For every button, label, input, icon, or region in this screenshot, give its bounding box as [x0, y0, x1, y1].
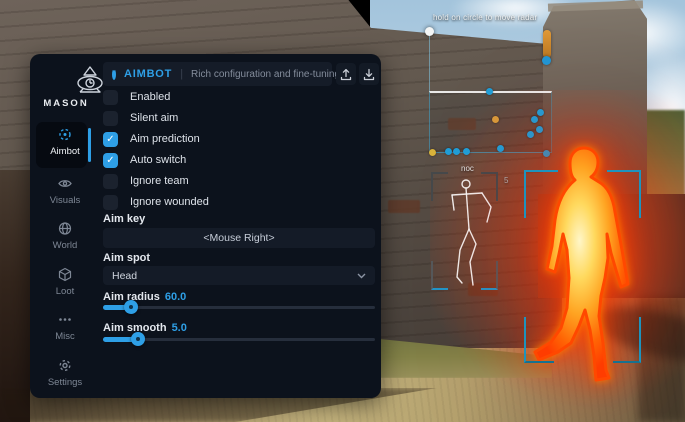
- ellipsis-icon: [36, 312, 94, 328]
- aim-smooth-slider[interactable]: [103, 332, 375, 346]
- eye-icon: [36, 176, 94, 192]
- sidebar-item-settings[interactable]: Settings: [36, 358, 94, 388]
- radar-handle-line: [429, 36, 430, 91]
- checkbox-aim-prediction[interactable]: ✓ Aim prediction: [103, 131, 200, 147]
- upload-icon: [340, 68, 352, 81]
- slider-thumb[interactable]: [131, 332, 145, 346]
- radar-blue-dot: [531, 116, 538, 123]
- export-config-button[interactable]: [336, 63, 356, 85]
- checkbox-ignore-team[interactable]: ✓ Ignore team: [103, 173, 189, 189]
- checkbox-icon: ✓: [103, 90, 118, 105]
- radar-blue-dot: [497, 145, 504, 152]
- checkbox-auto-switch[interactable]: ✓ Auto switch: [103, 152, 186, 168]
- dark-brick-edge: [0, 170, 30, 422]
- checkbox-ignore-wounded[interactable]: ✓ Ignore wounded: [103, 194, 209, 210]
- globe-icon: [36, 221, 94, 237]
- crosshair-icon: [36, 127, 94, 143]
- checkbox-silent-aim[interactable]: ✓ Silent aim: [103, 110, 178, 126]
- sidebar-item-misc[interactable]: Misc: [36, 312, 94, 342]
- sidebar-item-aimbot[interactable]: Aimbot: [36, 127, 94, 157]
- radar-hint-text: hold on circle to move radar: [433, 13, 537, 22]
- sidebar-item-visuals[interactable]: Visuals: [36, 176, 94, 206]
- sidebar-item-world[interactable]: World: [36, 221, 94, 251]
- gear-icon: [36, 358, 94, 374]
- section-subtitle: Rich configuration and fine-tuning: [191, 69, 340, 80]
- slider-thumb[interactable]: [124, 300, 138, 314]
- player-esp-box: [524, 170, 641, 363]
- aim-key-label: Aim key: [103, 213, 145, 225]
- radar-blue-dot: [486, 88, 493, 95]
- checkbox-icon: ✓: [103, 132, 118, 147]
- section-header: AIMBOT | Rich configuration and fine-tun…: [103, 62, 332, 86]
- sidebar-item-loot[interactable]: Loot: [36, 267, 94, 297]
- aim-spot-label: Aim spot: [103, 252, 150, 264]
- rust-game-screen: { "brand": { "name": "MASON" }, "sidebar…: [0, 0, 685, 422]
- download-icon: [363, 68, 375, 81]
- skeleton-bones: [429, 171, 509, 293]
- esp-corner: [524, 317, 554, 363]
- aim-spot-value: Head: [112, 270, 137, 282]
- radar-drag-handle[interactable]: [425, 27, 434, 36]
- radar-blue-dot: [463, 148, 470, 155]
- radar-yellow-dot: [429, 149, 436, 156]
- radar-blue-dot: [537, 109, 544, 116]
- brick-patch: [388, 200, 420, 213]
- brand-name: MASON: [30, 98, 102, 109]
- radar-blue-dot: [453, 148, 460, 155]
- spinner-icon: [112, 69, 116, 80]
- aim-spot-select[interactable]: Head: [103, 266, 375, 285]
- checkbox-enabled[interactable]: ✓ Enabled: [103, 89, 170, 105]
- aim-radius-slider[interactable]: [103, 300, 375, 314]
- mason-logo-icon: [73, 66, 107, 96]
- radar-blue-dot: [445, 148, 452, 155]
- chevron-down-icon: [357, 273, 366, 279]
- slider-track[interactable]: [103, 306, 375, 309]
- cube-icon: [36, 267, 94, 283]
- section-title: AIMBOT: [124, 68, 172, 80]
- cheat-menu-panel: MASON Aimbot Visuals World Loot: [30, 54, 381, 398]
- radar-orange-dot: [492, 116, 499, 123]
- enemy-marker-dot: [542, 56, 551, 65]
- checkbox-icon: ✓: [103, 195, 118, 210]
- aim-key-bind-button[interactable]: <Mouse Right>: [103, 228, 375, 248]
- checkbox-icon: ✓: [103, 153, 118, 168]
- esp-corner: [613, 317, 641, 363]
- import-config-button[interactable]: [359, 63, 379, 85]
- radar-blue-dot: [536, 126, 543, 133]
- esp-corner: [607, 170, 641, 218]
- checkbox-icon: ✓: [103, 111, 118, 126]
- enemy-marker-capsule: [543, 30, 551, 58]
- esp-corner: [524, 170, 558, 218]
- checkbox-icon: ✓: [103, 174, 118, 189]
- skeleton-esp: noc 5: [429, 163, 511, 293]
- header-divider: |: [180, 68, 183, 80]
